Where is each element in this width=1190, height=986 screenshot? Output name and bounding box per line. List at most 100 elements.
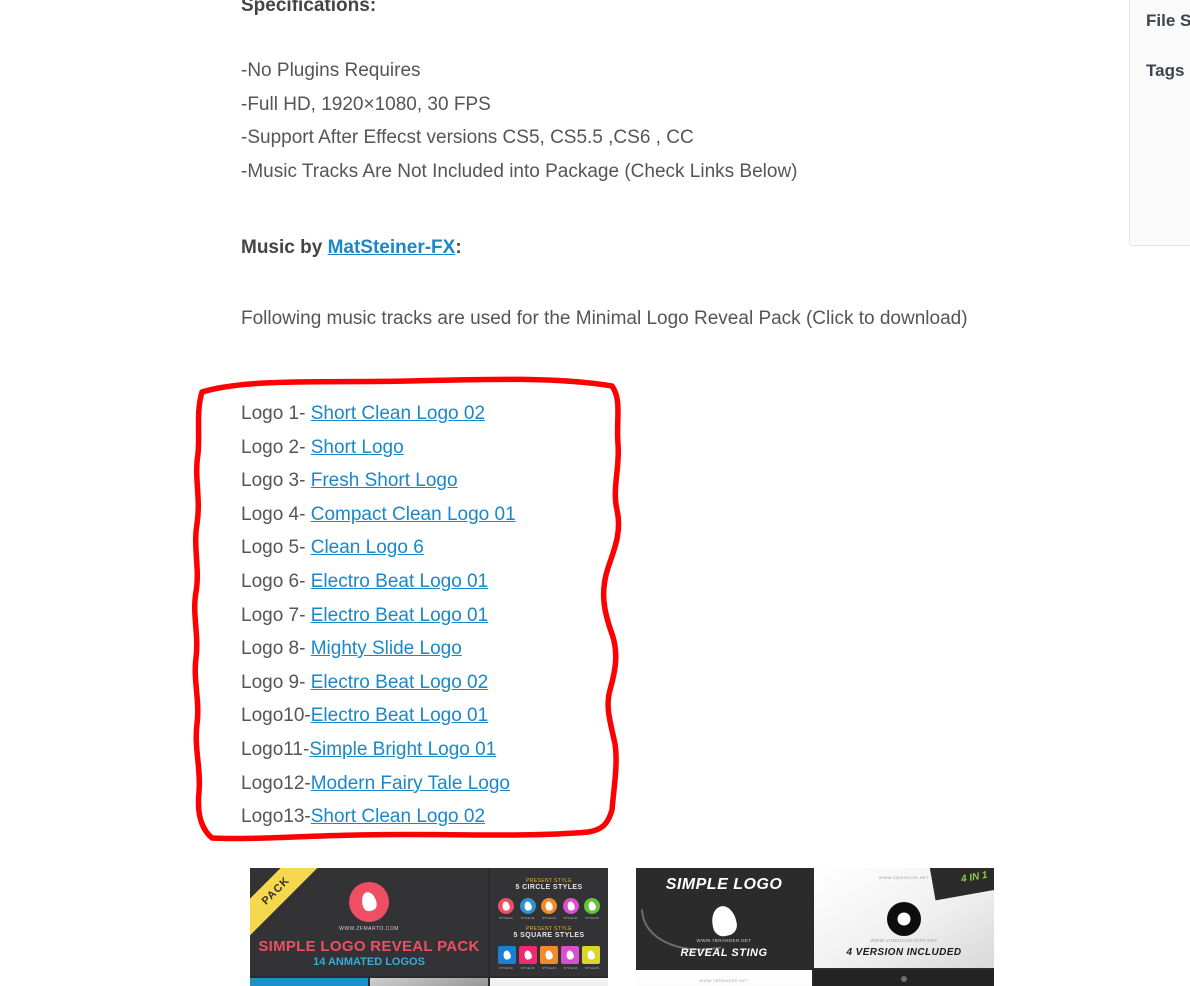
square-swatch bbox=[498, 946, 516, 964]
track-label: Logo10- bbox=[241, 705, 311, 727]
swatch-label: STYLE 05 bbox=[585, 916, 599, 920]
thumbnail-grid: PACK WWW.ZFMARTO.COM SIMPLE LOGO REVEAL … bbox=[250, 868, 608, 986]
square-style-labels: STYLE 01 STYLE 02 STYLE 03 STYLE 04 STYL… bbox=[498, 966, 600, 970]
track-link[interactable]: Electro Beat Logo 01 bbox=[311, 571, 488, 592]
swatch-label: STYLE 05 bbox=[585, 966, 599, 970]
track-row: Logo 6- Electro Beat Logo 01 bbox=[241, 565, 516, 599]
square-swatch bbox=[561, 946, 579, 964]
spec-item: -No Plugins Requires bbox=[241, 60, 421, 81]
swatch-label: STYLE 03 bbox=[542, 916, 556, 920]
music-track-list: Logo 1- Short Clean Logo 02 Logo 2- Shor… bbox=[241, 397, 516, 834]
thumbnail-grid: SIMPLE LOGO WWW.7BRANDER.NET REVEAL STIN… bbox=[636, 868, 994, 986]
specifications-list: -No Plugins Requires -Full HD, 1920×1080… bbox=[241, 54, 798, 188]
thumb1-bottom-mid-frame bbox=[370, 978, 488, 986]
track-label: Logo13- bbox=[241, 806, 311, 828]
track-label: Logo 5- bbox=[241, 537, 311, 559]
thumb1-url: WWW.ZFMARTO.COM bbox=[339, 926, 399, 932]
page-root: Specifications: -No Plugins Requires -Fu… bbox=[0, 0, 1190, 986]
track-row: Logo13-Short Clean Logo 02 bbox=[241, 800, 516, 834]
swatch-label: STYLE 04 bbox=[563, 966, 578, 970]
track-row: Logo 7- Electro Beat Logo 01 bbox=[241, 599, 516, 633]
track-link[interactable]: Compact Clean Logo 01 bbox=[311, 504, 516, 525]
track-label: Logo 8- bbox=[241, 638, 311, 660]
thumb1-panel-title-2: 5 SQUARE STYLES bbox=[513, 932, 585, 939]
music-by-prefix: Music by bbox=[241, 237, 328, 258]
track-row: Logo 5- Clean Logo 6 bbox=[241, 531, 516, 565]
bottom-right-dot-icon bbox=[901, 976, 907, 982]
thumb1-subtitle: 14 ANMATED LOGOS bbox=[313, 956, 425, 968]
thumb2-title: SIMPLE LOGO bbox=[665, 876, 783, 893]
track-link[interactable]: Fresh Short Logo bbox=[311, 470, 458, 491]
track-label: Logo 2- bbox=[241, 436, 311, 458]
thumb1-styles-frame: PRESENT STYLE 5 CIRCLE STYLES STYLE 01 S… bbox=[490, 868, 608, 976]
thumb2-dark-frame: SIMPLE LOGO WWW.7BRANDER.NET REVEAL STIN… bbox=[636, 868, 812, 968]
swatch-label: STYLE 03 bbox=[542, 966, 556, 970]
track-label: Logo 9- bbox=[241, 671, 311, 693]
track-label: Logo12- bbox=[241, 772, 311, 794]
track-label: Logo 6- bbox=[241, 570, 311, 592]
spec-item: -Music Tracks Are Not Included into Pack… bbox=[241, 160, 798, 182]
square-style-row bbox=[498, 946, 600, 964]
track-link[interactable]: Clean Logo 6 bbox=[311, 537, 424, 558]
track-label: Logo 1- bbox=[241, 403, 311, 424]
thumb2-bottom-caption: WWW.7BRANDER.NET bbox=[699, 978, 749, 983]
track-link[interactable]: Simple Bright Logo 01 bbox=[309, 739, 496, 760]
thumb2-url: WWW.7BRANDER.NET bbox=[696, 938, 752, 943]
track-label: Logo 4- bbox=[241, 503, 311, 525]
swatch-label: STYLE 02 bbox=[520, 916, 535, 920]
track-link[interactable]: Short Clean Logo 02 bbox=[311, 403, 485, 424]
track-link[interactable]: Electro Beat Logo 02 bbox=[311, 672, 488, 693]
thumbnail-simple-logo-reveal-pack[interactable]: PACK WWW.ZFMARTO.COM SIMPLE LOGO REVEAL … bbox=[250, 868, 608, 986]
thumbnail-simple-logo-reveal-sting[interactable]: SIMPLE LOGO WWW.7BRANDER.NET REVEAL STIN… bbox=[636, 868, 994, 986]
music-by-suffix: : bbox=[455, 237, 462, 258]
track-link[interactable]: Modern Fairy Tale Logo bbox=[311, 773, 510, 794]
circle-swatch bbox=[562, 898, 579, 914]
logo-badge-icon bbox=[349, 882, 389, 922]
thumb2-bottom-right-frame bbox=[814, 970, 994, 986]
circle-swatch bbox=[498, 898, 514, 914]
circle-swatch bbox=[541, 898, 557, 914]
track-label: Logo11- bbox=[241, 738, 310, 760]
track-link[interactable]: Short Clean Logo 02 bbox=[311, 806, 485, 827]
swatch-label: STYLE 01 bbox=[499, 916, 513, 920]
square-swatch bbox=[519, 946, 537, 964]
matsteiner-fx-link[interactable]: MatSteiner-FX bbox=[328, 237, 456, 258]
spec-item: -Support After Effecst versions CS5, CS5… bbox=[241, 127, 694, 148]
thumb1-main-frame: PACK WWW.ZFMARTO.COM SIMPLE LOGO REVEAL … bbox=[250, 868, 488, 976]
track-row: Logo11-Simple Bright Logo 01 bbox=[241, 733, 516, 767]
track-row: Logo 8- Mighty Slide Logo bbox=[241, 632, 516, 666]
file-size-label: File S bbox=[1146, 11, 1190, 30]
thumb2-bottom-left-frame: WWW.7BRANDER.NET bbox=[636, 970, 812, 986]
track-label: Logo 3- bbox=[241, 470, 311, 492]
vinyl-logo-icon bbox=[887, 902, 921, 936]
circle-style-labels: STYLE 01 STYLE 02 STYLE 03 STYLE 04 STYL… bbox=[498, 916, 600, 920]
track-row: Logo 4- Compact Clean Logo 01 bbox=[241, 498, 516, 532]
thumb2-subtitle: REVEAL STING bbox=[680, 947, 768, 959]
swatch-label: STYLE 01 bbox=[499, 966, 513, 970]
track-row: Logo10-Electro Beat Logo 01 bbox=[241, 699, 516, 733]
track-link[interactable]: Mighty Slide Logo bbox=[311, 638, 462, 659]
specifications-heading: Specifications: bbox=[241, 0, 377, 16]
thumb2-light-frame: WWW.VIDEOHIVE.NET 4 IN 1 WWW.VIDEOCONTEN… bbox=[814, 868, 994, 968]
circle-style-row bbox=[498, 898, 600, 914]
track-link[interactable]: Short Logo bbox=[311, 437, 404, 458]
thumb2-right-subtitle: 4 VERSION INCLUDED bbox=[846, 947, 962, 958]
square-swatch bbox=[582, 946, 600, 964]
swatch-label: STYLE 02 bbox=[520, 966, 535, 970]
thumb1-bottom-right-frame bbox=[490, 978, 608, 986]
circle-swatch bbox=[519, 898, 536, 914]
tags-label: Tags bbox=[1146, 61, 1185, 80]
thumb1-title: SIMPLE LOGO REVEAL PACK bbox=[258, 938, 480, 955]
thumb1-bottom-left-frame bbox=[250, 978, 368, 986]
track-row: Logo 3- Fresh Short Logo bbox=[241, 464, 516, 498]
swatch-label: STYLE 04 bbox=[563, 916, 578, 920]
track-row: Logo 9- Electro Beat Logo 02 bbox=[241, 666, 516, 700]
track-row: Logo 1- Short Clean Logo 02 bbox=[241, 397, 516, 431]
thumb2-right-url: WWW.VIDEOCONTENT.NET bbox=[870, 938, 938, 943]
circle-swatch bbox=[584, 898, 600, 914]
square-swatch bbox=[540, 946, 558, 964]
track-row: Logo 2- Short Logo bbox=[241, 431, 516, 465]
file-info-panel: File S Tags bbox=[1129, 0, 1190, 246]
track-link[interactable]: Electro Beat Logo 01 bbox=[311, 605, 488, 626]
track-link[interactable]: Electro Beat Logo 01 bbox=[311, 705, 488, 726]
